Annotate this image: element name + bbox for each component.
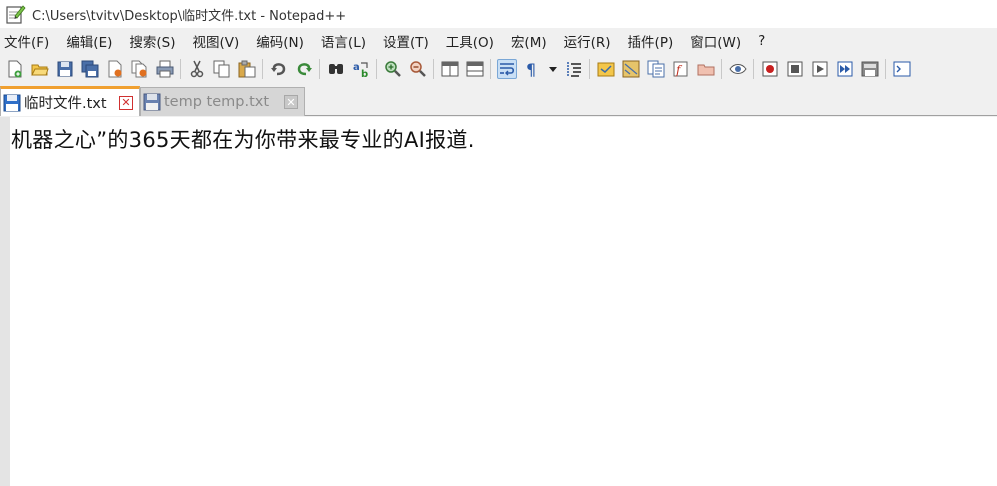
title-bar: C:\Users\tvitv\Desktop\临时文件.txt - Notepa… (0, 0, 997, 28)
tab-inactive-file[interactable]: temp temp.txt ✕ (140, 87, 305, 116)
save-macro-icon[interactable] (860, 59, 880, 79)
menu-search[interactable]: 搜索(S) (129, 31, 175, 51)
stop-recording-icon[interactable] (785, 59, 805, 79)
console-icon[interactable] (892, 59, 912, 79)
menu-tools[interactable]: 工具(O) (446, 31, 494, 51)
print-icon[interactable] (155, 59, 175, 79)
run-macro-multiple-icon[interactable] (835, 59, 855, 79)
find-icon[interactable] (326, 59, 346, 79)
toolbar-separator (721, 59, 722, 79)
sync-horizontal-icon[interactable] (465, 59, 485, 79)
svg-text:b: b (361, 69, 368, 78)
menu-macro[interactable]: 宏(M) (511, 31, 547, 51)
window-title: C:\Users\tvitv\Desktop\临时文件.txt - Notepa… (32, 8, 347, 24)
replace-icon[interactable]: ab (351, 59, 371, 79)
new-file-icon[interactable] (5, 59, 25, 79)
toolbar-separator (589, 59, 590, 79)
record-macro-icon[interactable] (760, 59, 780, 79)
cut-icon[interactable] (187, 59, 207, 79)
menu-language[interactable]: 语言(L) (321, 31, 366, 51)
toolbar-separator (262, 59, 263, 79)
toolbar-separator (433, 59, 434, 79)
menu-window[interactable]: 窗口(W) (690, 31, 741, 51)
toolbar-separator (885, 59, 886, 79)
save-icon (143, 93, 161, 111)
notepad-plus-icon (5, 3, 27, 25)
menu-view[interactable]: 视图(V) (193, 31, 240, 51)
svg-text:a: a (353, 62, 360, 73)
editor-area[interactable]: 机器之心”的365天都在为你带来最专业的AI报道. (0, 117, 997, 486)
chevron-down-icon[interactable] (547, 59, 559, 79)
save-icon[interactable] (55, 59, 75, 79)
toolbar-separator (319, 59, 320, 79)
undo-icon[interactable] (269, 59, 289, 79)
function-list-icon[interactable] (646, 59, 666, 79)
word-wrap-icon[interactable] (496, 59, 517, 79)
menu-file[interactable]: 文件(F) (4, 31, 49, 51)
folder-as-workspace-icon[interactable]: f (671, 59, 691, 79)
line-gutter (0, 117, 10, 486)
user-defined-language-icon[interactable] (596, 59, 616, 79)
monitoring-icon[interactable] (696, 59, 716, 79)
save-all-icon[interactable] (80, 59, 100, 79)
show-all-characters-icon[interactable]: ¶ (522, 59, 542, 79)
redo-icon[interactable] (294, 59, 314, 79)
open-file-icon[interactable] (30, 59, 50, 79)
close-icon[interactable]: ✕ (119, 95, 133, 110)
editor-line[interactable]: 机器之心”的365天都在为你带来最专业的AI报道. (11, 124, 475, 154)
toolbar-separator (490, 59, 491, 79)
zoom-in-icon[interactable] (383, 59, 403, 79)
toolbar-separator (180, 59, 181, 79)
indent-guide-icon[interactable] (564, 59, 584, 79)
menu-run[interactable]: 运行(R) (564, 31, 611, 51)
eye-icon[interactable] (728, 59, 748, 79)
menu-bar: 文件(F) 编辑(E) 搜索(S) 视图(V) 编码(N) 语言(L) 设置(T… (0, 30, 997, 52)
tab-label: 临时文件.txt (24, 96, 107, 112)
document-map-icon[interactable] (621, 59, 641, 79)
close-icon[interactable]: ✕ (284, 95, 298, 109)
toolbar-separator (753, 59, 754, 79)
playback-macro-icon[interactable] (810, 59, 830, 79)
tab-bar: 临时文件.txt ✕ temp temp.txt ✕ (0, 86, 997, 116)
menu-encoding[interactable]: 编码(N) (256, 31, 304, 51)
tab-label: temp temp.txt (164, 94, 270, 110)
tab-active-file[interactable]: 临时文件.txt ✕ (0, 86, 140, 116)
toolbar: ab ¶ f (0, 55, 997, 83)
copy-icon[interactable] (212, 59, 232, 79)
toolbar-separator (376, 59, 377, 79)
close-icon[interactable] (105, 59, 125, 79)
paste-icon[interactable] (237, 59, 257, 79)
close-all-icon[interactable] (130, 59, 150, 79)
sync-vertical-icon[interactable] (440, 59, 460, 79)
menu-help[interactable]: ? (758, 33, 765, 49)
svg-text:¶: ¶ (526, 60, 536, 78)
menu-edit[interactable]: 编辑(E) (66, 31, 112, 51)
save-icon (3, 94, 21, 112)
zoom-out-icon[interactable] (408, 59, 428, 79)
menu-plugins[interactable]: 插件(P) (628, 31, 674, 51)
menu-settings[interactable]: 设置(T) (383, 31, 429, 51)
